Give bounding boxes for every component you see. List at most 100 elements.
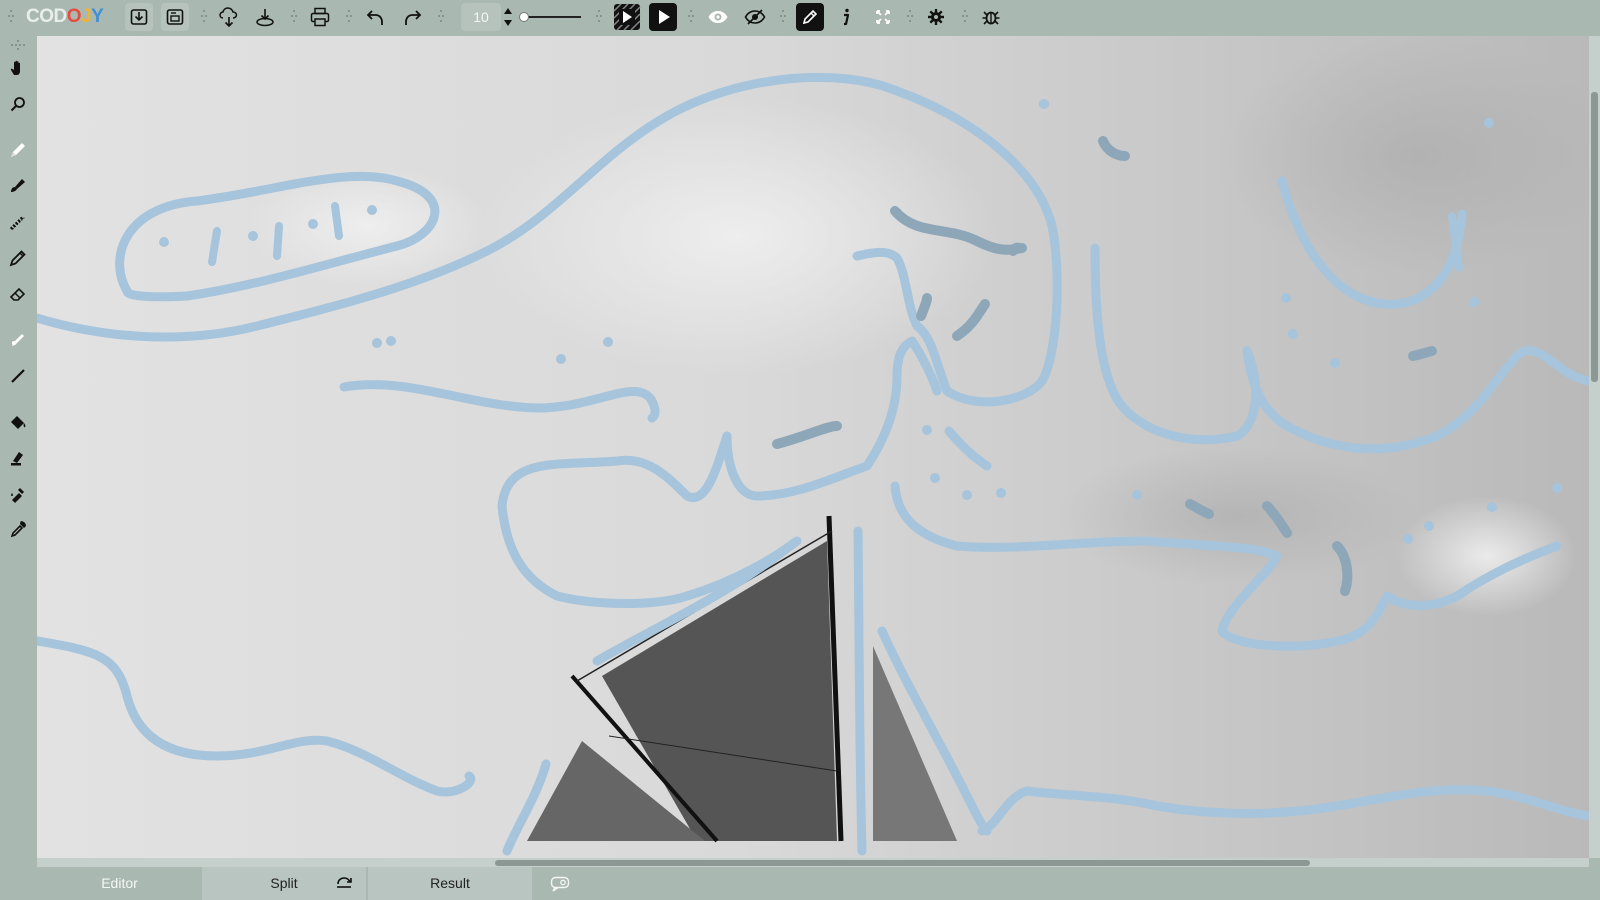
sync-icon[interactable]: [335, 876, 353, 890]
toolbar-grip[interactable]: [8, 38, 28, 50]
brush-tool-icon: [11, 179, 25, 192]
fullscreen-button[interactable]: [869, 3, 897, 31]
info-button[interactable]: [832, 3, 860, 31]
stroke-dot: [962, 490, 972, 500]
move-tool-button[interactable]: [4, 54, 32, 82]
stroke: [1008, 242, 1024, 256]
toolbar-grip[interactable]: [8, 9, 14, 25]
gear-icon: [928, 9, 944, 25]
undo-button[interactable]: [362, 3, 390, 31]
import-button[interactable]: [251, 3, 279, 31]
eyedropper-icon: [10, 521, 26, 538]
stroke: [916, 293, 932, 321]
toolbar-grip[interactable]: [201, 9, 207, 25]
toolbar-grip[interactable]: [688, 9, 694, 25]
top-toolbar: C O D O J Y 10: [0, 0, 1600, 34]
stroke-dot: [603, 337, 613, 347]
stroke-dot: [1552, 483, 1562, 493]
chat-bubble-icon[interactable]: [550, 876, 570, 892]
tab-result[interactable]: Result: [368, 867, 532, 900]
brush-tool-button[interactable]: [4, 172, 32, 200]
logo-letter: Y: [91, 6, 104, 27]
hide-layer-button[interactable]: [741, 3, 769, 31]
print-button[interactable]: [306, 3, 334, 31]
color-replace-tool-button[interactable]: [4, 480, 32, 508]
import-icon: [256, 9, 274, 27]
stroke-dot: [1487, 502, 1497, 512]
stroke: [1408, 346, 1437, 361]
save-image-button[interactable]: [161, 3, 189, 31]
stroke-dot: [372, 338, 382, 348]
fill-tool-button[interactable]: [4, 408, 32, 436]
horizontal-scrollbar[interactable]: [37, 858, 1589, 867]
toolbar-grip[interactable]: [907, 9, 913, 25]
brush-size-stepper[interactable]: [503, 5, 513, 29]
brush-size-slider[interactable]: [519, 10, 581, 24]
stroke-dot: [1424, 521, 1434, 531]
toolbar-grip[interactable]: [346, 9, 352, 25]
color-replace-icon: [11, 488, 24, 503]
grip-dots-icon: [11, 40, 25, 50]
tab-split-label: Split: [270, 875, 298, 891]
pencil-tool-button[interactable]: [4, 244, 32, 272]
vertical-scrollbar[interactable]: [1589, 36, 1600, 858]
smudge-tool-button[interactable]: [4, 326, 32, 354]
app-logo: C O D O J Y: [26, 6, 104, 28]
logo-letter: J: [81, 6, 92, 27]
cloud-shadow: [1057, 446, 1417, 586]
drawing-canvas[interactable]: [37, 36, 1589, 858]
stroke-dot: [308, 219, 318, 229]
stroke-dot: [1469, 297, 1479, 307]
slider-track: [523, 16, 581, 18]
print-icon: [310, 7, 330, 27]
animation-play-button[interactable]: [612, 3, 642, 31]
vertical-scrollbar-thumb[interactable]: [1591, 92, 1598, 382]
eye-icon: [708, 11, 728, 23]
cloud-highlight: [477, 96, 997, 376]
stamp-tool-button[interactable]: [4, 444, 32, 472]
stroke-dot: [367, 205, 377, 215]
debug-button[interactable]: [977, 3, 1005, 31]
line-tool-button[interactable]: [4, 362, 32, 390]
stroke-dot: [1288, 329, 1298, 339]
redo-button[interactable]: [398, 3, 426, 31]
zoom-icon: [10, 97, 25, 112]
upload-cloud-button[interactable]: [215, 3, 243, 31]
toolbar-grip[interactable]: [962, 9, 968, 25]
brush-size-field[interactable]: 10: [461, 3, 501, 31]
save-download-button[interactable]: [125, 3, 153, 31]
zoom-tool-button[interactable]: [4, 90, 32, 118]
pencil-mode-icon: [802, 9, 818, 25]
spray-tool-button[interactable]: [4, 208, 32, 236]
info-icon: [844, 8, 850, 26]
bug-icon: [982, 11, 1000, 25]
toolbar-grip[interactable]: [780, 9, 786, 25]
smudge-tool-icon: [12, 334, 24, 346]
tab-editor[interactable]: Editor: [37, 867, 202, 900]
eyedropper-tool-button[interactable]: [4, 516, 32, 544]
stroke-dot: [922, 425, 932, 435]
horizontal-scrollbar-thumb[interactable]: [495, 860, 1310, 866]
animation-play-icon: [613, 3, 641, 31]
stroke-dot: [386, 336, 396, 346]
pen-tool-button[interactable]: [4, 136, 32, 164]
stroke: [273, 222, 283, 260]
spray-tool-icon: [9, 215, 26, 231]
stroke-dot: [1132, 490, 1142, 500]
play-button[interactable]: [649, 3, 677, 31]
stroke-dot: [1281, 293, 1291, 303]
settings-button[interactable]: [922, 3, 950, 31]
toolbar-grip[interactable]: [291, 9, 297, 25]
stepper-arrows-icon: [504, 8, 512, 26]
logo-letter: O: [66, 6, 82, 27]
eraser-tool-button[interactable]: [4, 280, 32, 308]
stroke-dot: [930, 473, 940, 483]
pencil-mode-button[interactable]: [796, 3, 824, 31]
play-icon: [659, 10, 670, 24]
preview-button[interactable]: [704, 3, 732, 31]
stroke-dot: [1039, 99, 1049, 109]
slider-thumb[interactable]: [519, 12, 529, 22]
stroke-dot: [1330, 358, 1340, 368]
toolbar-grip[interactable]: [596, 9, 602, 25]
toolbar-grip[interactable]: [438, 9, 444, 25]
